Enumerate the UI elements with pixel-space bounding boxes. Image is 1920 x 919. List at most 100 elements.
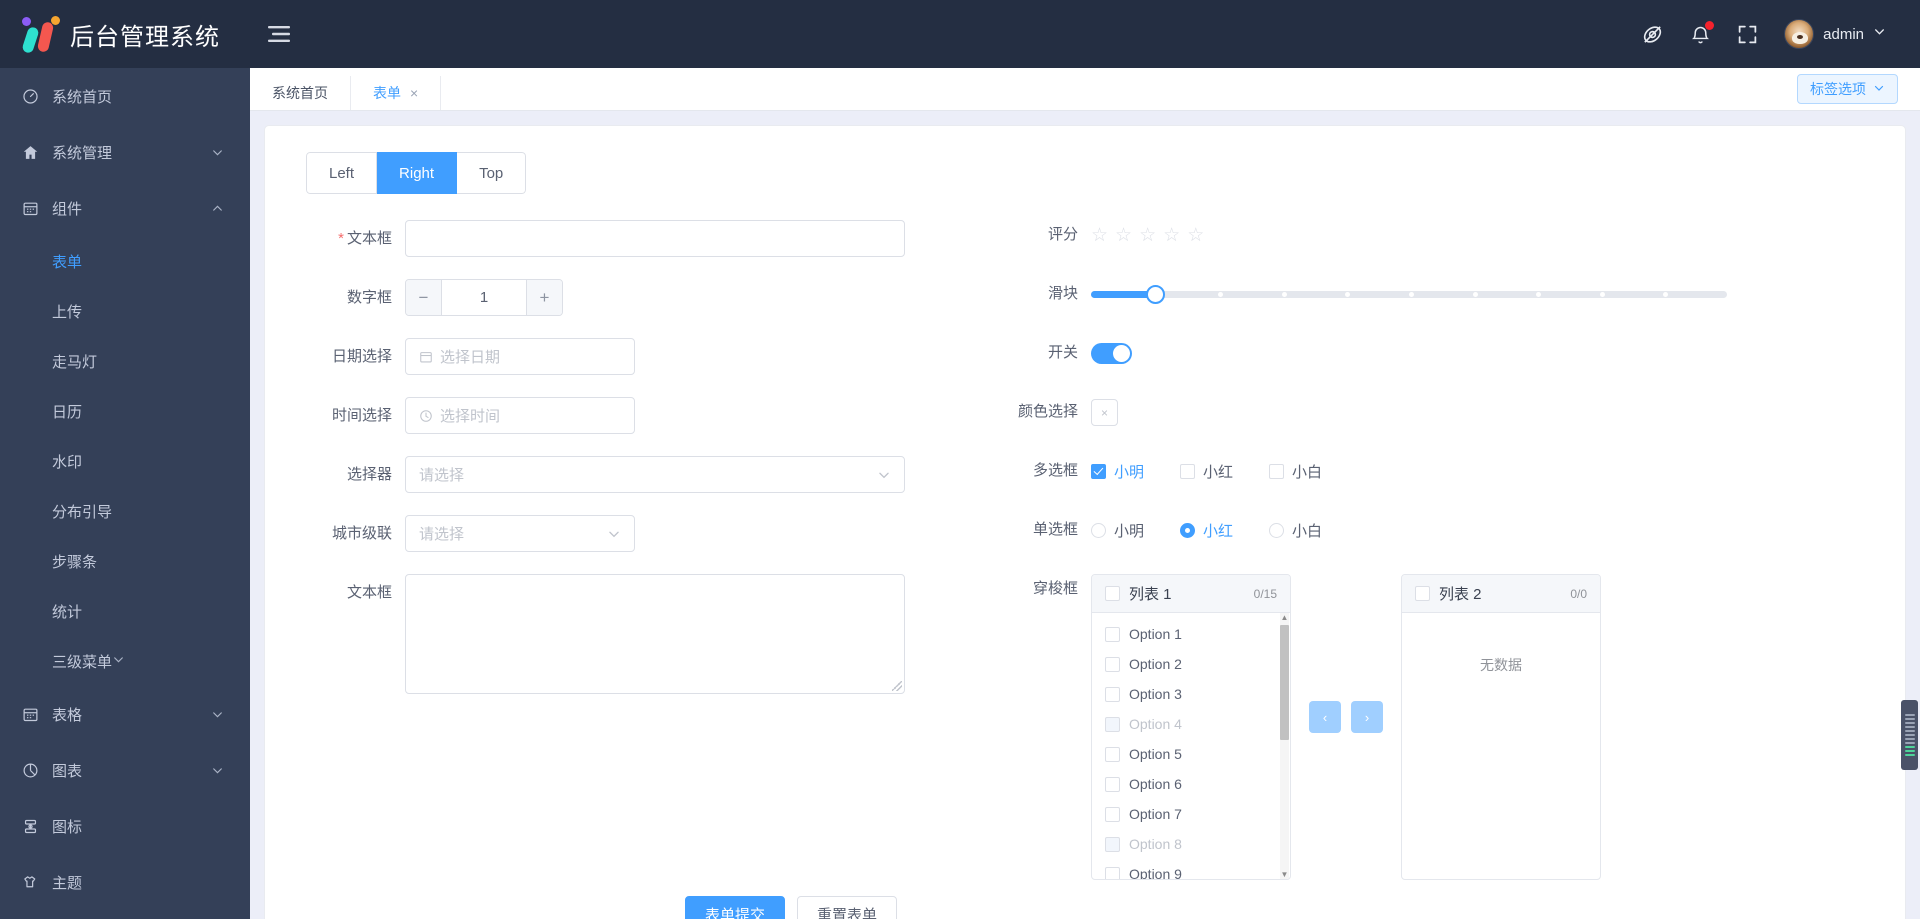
- sidebar-subitem-steps[interactable]: 步骤条: [0, 536, 250, 586]
- scroll-up-icon[interactable]: ▲: [1280, 613, 1289, 623]
- close-icon[interactable]: ×: [410, 86, 418, 100]
- field-cascader-label: 城市级联: [331, 525, 392, 542]
- user-menu[interactable]: admin: [1784, 19, 1886, 49]
- sidebar-item-home[interactable]: 系统首页: [0, 68, 250, 124]
- sidebar-item-icons[interactable]: 图标: [0, 798, 250, 854]
- field-select-label: 选择器: [346, 466, 392, 483]
- color-picker[interactable]: ×: [1091, 399, 1118, 426]
- field-switch-label: 开关: [1047, 344, 1078, 361]
- scroll-down-icon[interactable]: ▼: [1280, 870, 1289, 879]
- cascader-input[interactable]: 请选择: [405, 515, 635, 552]
- radio-xiaobai[interactable]: 小白: [1269, 520, 1322, 541]
- sidebar-item-system[interactable]: 系统管理: [0, 124, 250, 180]
- radio-xiaoming[interactable]: 小明: [1091, 520, 1144, 541]
- sidebar-item-label: 组件: [52, 200, 83, 218]
- item-label: Option 8: [1129, 836, 1182, 852]
- user-name: admin: [1823, 25, 1864, 43]
- text-input[interactable]: [405, 220, 905, 257]
- select-input[interactable]: 请选择: [405, 456, 905, 493]
- slider-mark: [1281, 292, 1287, 297]
- sidebar-subitem-upload[interactable]: 上传: [0, 286, 250, 336]
- calendar-icon: [419, 350, 433, 364]
- tab-left[interactable]: Left: [306, 152, 378, 194]
- transfer-scrollbar[interactable]: ▲ ▼: [1280, 613, 1289, 879]
- slider-handle[interactable]: [1145, 285, 1165, 304]
- calendar-icon: [22, 200, 48, 217]
- checkbox-xiaoming[interactable]: 小明: [1091, 461, 1144, 482]
- submit-button[interactable]: 表单提交: [685, 896, 786, 919]
- transfer-to-right-button[interactable]: ›: [1351, 701, 1383, 733]
- sidebar-item-theme[interactable]: 主题: [0, 854, 250, 910]
- sidebar-item-components[interactable]: 组件: [0, 180, 250, 236]
- sidebar-item-charts[interactable]: 图表: [0, 742, 250, 798]
- checkbox-xiaohong[interactable]: 小红: [1180, 461, 1233, 482]
- list-item: Option 8: [1092, 829, 1290, 859]
- field-number-label: 数字框: [346, 289, 392, 306]
- sidebar-subitem-form[interactable]: 表单: [0, 236, 250, 286]
- list-item[interactable]: Option 5: [1092, 739, 1290, 769]
- item-label: Option 5: [1129, 746, 1182, 762]
- sidebar-subitem-statistic[interactable]: 统计: [0, 586, 250, 636]
- tab-top[interactable]: Top: [457, 152, 527, 194]
- item-checkbox: [1105, 776, 1120, 792]
- brand-logo[interactable]: 后台管理系统: [0, 14, 250, 55]
- list-item[interactable]: Option 9: [1092, 859, 1290, 880]
- time-picker-input[interactable]: 选择时间: [405, 397, 635, 434]
- slider[interactable]: [1091, 279, 1727, 309]
- reset-button[interactable]: 重置表单: [797, 896, 898, 919]
- star-icon[interactable]: ☆: [1091, 226, 1108, 245]
- sidebar-item-table[interactable]: 表格: [0, 686, 250, 742]
- star-icon[interactable]: ☆: [1187, 226, 1204, 245]
- field-number: 数字框 − 1 +: [293, 279, 905, 316]
- tab-form[interactable]: 表单 ×: [351, 76, 442, 110]
- switch-toggle[interactable]: [1091, 343, 1132, 364]
- transfer-select-all-checkbox[interactable]: [1415, 586, 1430, 601]
- star-icon[interactable]: ☆: [1139, 226, 1156, 245]
- stepper-decrement-button[interactable]: −: [406, 280, 442, 315]
- sidebar-subitem-watermark[interactable]: 水印: [0, 436, 250, 486]
- chevron-down-icon: [112, 653, 125, 670]
- tab-home[interactable]: 系统首页: [250, 76, 351, 110]
- list-item[interactable]: Option 6: [1092, 769, 1290, 799]
- list-item[interactable]: Option 3: [1092, 679, 1290, 709]
- tab-bar: 系统首页 表单 × 标签选项: [250, 68, 1920, 111]
- item-label: Option 3: [1129, 686, 1182, 702]
- date-placeholder: 选择日期: [440, 349, 501, 366]
- field-time: 时间选择 选择时间: [293, 397, 905, 434]
- tab-right[interactable]: Right: [377, 152, 458, 194]
- radio-xiaohong[interactable]: 小红: [1180, 520, 1233, 541]
- transfer-left-count: 0/15: [1253, 586, 1277, 601]
- checkbox-xiaobai[interactable]: 小白: [1269, 461, 1322, 482]
- radio-label: 小明: [1114, 522, 1145, 540]
- list-item[interactable]: Option 1: [1092, 619, 1290, 649]
- sidebar-subitem-nested-menu[interactable]: 三级菜单: [0, 636, 250, 686]
- transfer-select-all-checkbox[interactable]: [1105, 586, 1120, 601]
- page-scroll-indicator[interactable]: [1901, 700, 1918, 770]
- textarea-input[interactable]: [405, 574, 905, 694]
- menu-fold-icon[interactable]: [268, 25, 290, 43]
- sidebar-subitem-label: 上传: [52, 303, 83, 321]
- eye-slash-icon[interactable]: [1641, 23, 1664, 46]
- star-icon[interactable]: ☆: [1163, 226, 1180, 245]
- required-marker: *: [338, 230, 344, 247]
- sidebar-item-label: 图表: [52, 762, 83, 780]
- stepper-increment-button[interactable]: +: [526, 280, 562, 315]
- transfer-to-left-button[interactable]: ‹: [1309, 701, 1341, 733]
- scrollbar-thumb[interactable]: [1280, 625, 1289, 740]
- date-picker-input[interactable]: 选择日期: [405, 338, 635, 375]
- transfer-left-header: 列表 1 0/15: [1092, 575, 1290, 613]
- field-rate-label: 评分: [1047, 226, 1078, 243]
- sidebar-subitem-guide[interactable]: 分布引导: [0, 486, 250, 536]
- list-item[interactable]: Option 7: [1092, 799, 1290, 829]
- tab-options-dropdown[interactable]: 标签选项: [1797, 74, 1898, 104]
- bell-icon[interactable]: [1690, 20, 1715, 46]
- fullscreen-icon[interactable]: [1737, 24, 1758, 45]
- slider-mark: [1599, 292, 1605, 297]
- sidebar-subitem-calendar[interactable]: 日历: [0, 386, 250, 436]
- star-icon[interactable]: ☆: [1115, 226, 1132, 245]
- sidebar-subitem-carousel[interactable]: 走马灯: [0, 336, 250, 386]
- stepper-value[interactable]: 1: [442, 280, 526, 315]
- item-label: Option 9: [1129, 866, 1182, 880]
- list-item[interactable]: Option 2: [1092, 649, 1290, 679]
- tab-label: 系统首页: [272, 85, 328, 101]
